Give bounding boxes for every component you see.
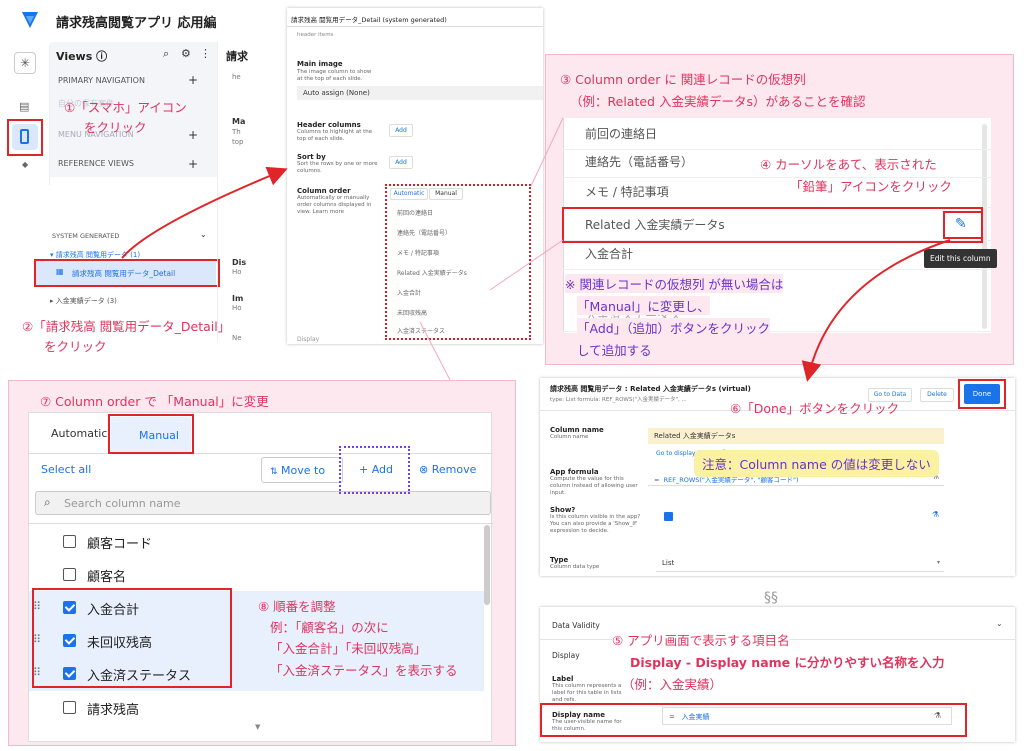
connector-overlay bbox=[121, 117, 951, 382]
callout-line-zoom-1 bbox=[530, 117, 564, 187]
arrow-to-edit-panel bbox=[801, 239, 951, 382]
callout-line-manual-1 bbox=[419, 321, 451, 381]
arrow-to-detail-panel bbox=[121, 166, 288, 259]
callout-line-zoom-2 bbox=[489, 239, 564, 291]
